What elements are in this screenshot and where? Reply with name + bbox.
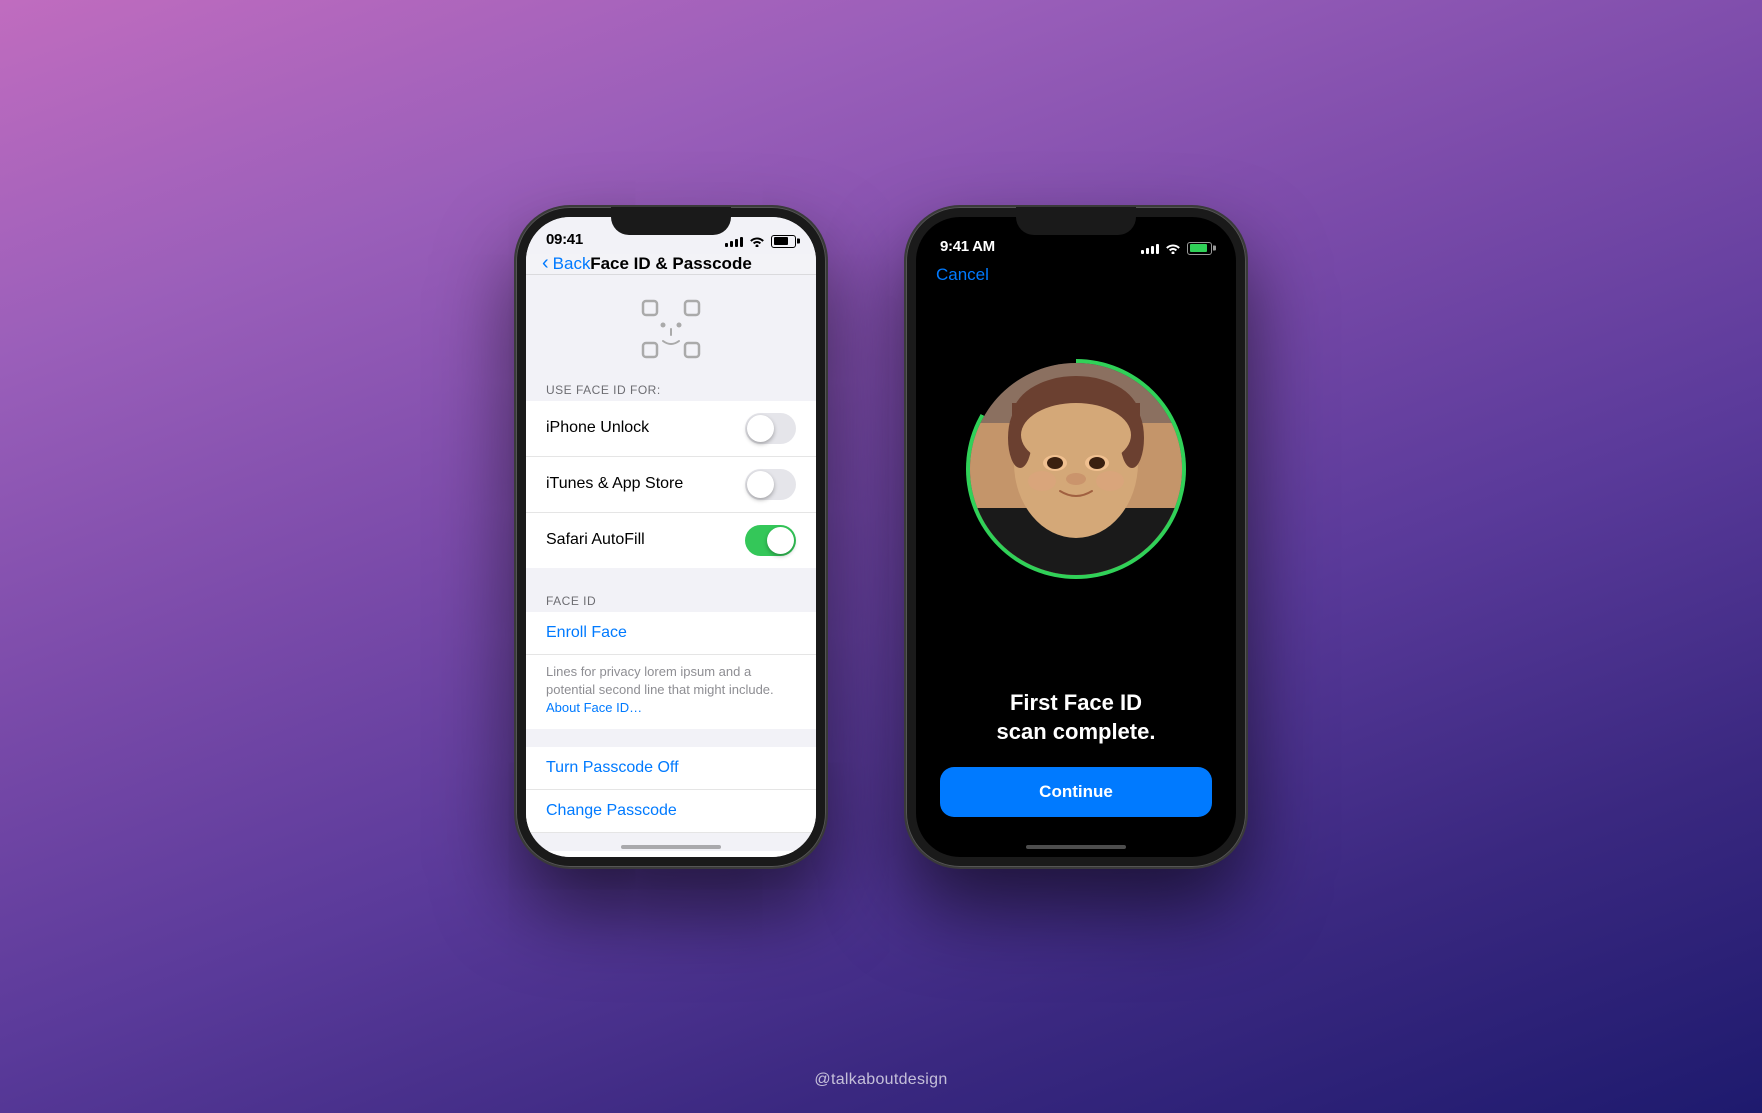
faceid-screen: 9:41 AM Cancel [916,217,1236,857]
face-circle-ring [966,359,1186,579]
turn-passcode-off-row[interactable]: Turn Passcode Off [526,747,816,790]
require-passcode-group: Require Passcode Immediately › [526,851,816,856]
turn-passcode-off-link[interactable]: Turn Passcode Off [546,759,679,776]
passcode-section: Turn Passcode Off Change Passcode [526,747,816,833]
privacy-text-content: Lines for privacy lorem ipsum and a pote… [546,664,774,697]
battery-icon-left [771,235,796,248]
continue-button[interactable]: Continue [940,767,1212,817]
itunes-label: iTunes & App Store [546,475,683,493]
battery-icon-right [1187,242,1212,255]
about-face-id-link[interactable]: About Face ID… [546,700,642,715]
itunes-toggle[interactable] [745,469,796,500]
wifi-icon-right [1165,242,1181,254]
enroll-face-row[interactable]: Enroll Face [526,612,816,655]
scan-title-line1: First Face ID [1010,690,1142,715]
use-face-id-group: iPhone Unlock iTunes & App Store Safari … [526,401,816,568]
signal-bars-left [725,235,743,247]
change-passcode-link[interactable]: Change Passcode [546,802,677,819]
watermark: @talkaboutdesign [814,1071,947,1089]
notch-right [1016,207,1136,235]
scan-title-line2: scan complete. [997,719,1156,744]
iphone-unlock-toggle[interactable] [745,413,796,444]
left-phone: 09:41 [516,207,826,867]
face-id-icon [641,299,701,359]
safari-row[interactable]: Safari AutoFill [526,513,816,568]
status-icons-left [725,235,796,248]
back-label[interactable]: Back [553,254,591,274]
settings-nav-title: Face ID & Passcode [590,254,752,274]
scan-text-container: First Face ID scan complete. [997,669,1156,766]
continue-label: Continue [1039,782,1113,802]
back-button[interactable]: ‹ Back [542,254,590,274]
iphone-unlock-row[interactable]: iPhone Unlock [526,401,816,457]
iphone-unlock-label: iPhone Unlock [546,419,649,437]
settings-screen: 09:41 [526,217,816,857]
notch-left [611,207,731,235]
itunes-row[interactable]: iTunes & App Store [526,457,816,513]
safari-toggle[interactable] [745,525,796,556]
require-passcode-row[interactable]: Require Passcode Immediately › [526,851,816,856]
chevron-left-icon: ‹ [542,253,549,273]
status-icons-right [1141,242,1212,255]
face-photo-svg [970,363,1182,575]
change-passcode-row[interactable]: Change Passcode [526,790,816,833]
use-face-id-header: USE FACE ID FOR: [526,375,816,401]
face-circle-container [966,269,1186,670]
enroll-face-link[interactable]: Enroll Face [546,624,627,641]
phones-container: 09:41 [516,207,1246,867]
home-indicator-left [621,845,721,849]
safari-label: Safari AutoFill [546,531,645,549]
privacy-text: Lines for privacy lorem ipsum and a pote… [526,655,816,730]
right-phone: 9:41 AM Cancel [906,207,1246,867]
face-id-section-header: FACE ID [526,586,816,612]
face-id-group: Enroll Face Lines for privacy lorem ipsu… [526,612,816,730]
continue-btn-container: Continue [916,767,1236,857]
status-time-right: 9:41 AM [940,238,995,255]
scan-title: First Face ID scan complete. [997,689,1156,746]
face-circle-photo [970,363,1182,575]
nav-bar-settings: ‹ Back Face ID & Passcode [526,254,816,275]
face-id-icon-container [526,275,816,375]
home-indicator-right [1026,845,1126,849]
status-time-left: 09:41 [546,231,583,248]
signal-bars-right [1141,242,1159,254]
wifi-icon-left [749,235,765,247]
